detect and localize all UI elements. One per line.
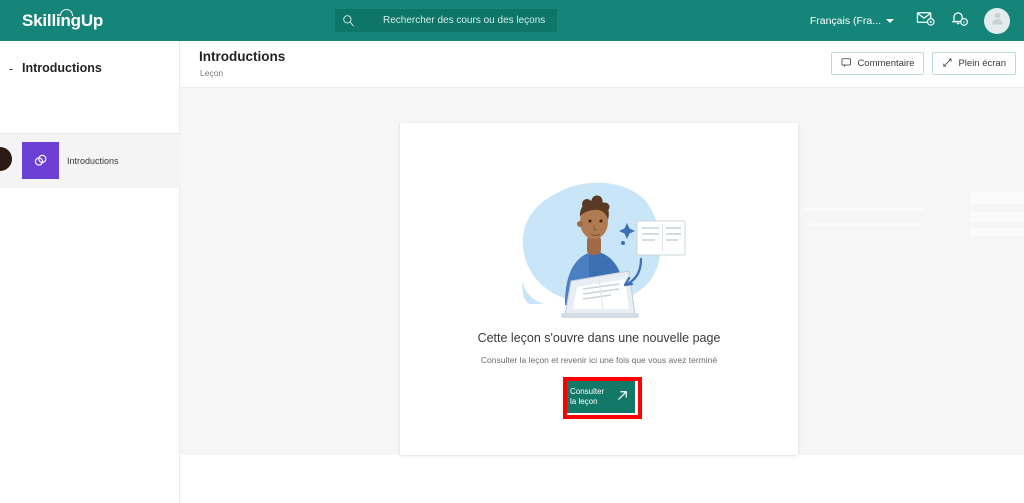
- lesson-message-title: Cette leçon s'ouvre dans une nouvelle pa…: [477, 331, 721, 345]
- course-sidebar: - Introductions Introductions: [0, 41, 180, 503]
- lesson-card: Cette leçon s'ouvre dans une nouvelle pa…: [400, 123, 798, 455]
- sidebar-collapse-toggle[interactable]: -: [0, 62, 22, 75]
- background-artifact: [970, 192, 1024, 204]
- sidebar-progress-dot-icon: [0, 147, 12, 171]
- global-search[interactable]: [335, 9, 557, 32]
- avatar[interactable]: [984, 7, 1010, 34]
- open-lesson-button[interactable]: Consulter la leçon: [564, 381, 635, 413]
- language-selector[interactable]: Français (Fra...: [810, 15, 894, 27]
- lesson-content-area: Cette leçon s'ouvre dans une nouvelle pa…: [180, 88, 1024, 455]
- page-header: Introductions Leçon Commentaire Plein éc…: [180, 41, 1024, 88]
- page-subtitle: Leçon: [200, 68, 224, 78]
- comment-button-label: Commentaire: [857, 58, 915, 69]
- app-logo[interactable]: SkillingUp: [22, 8, 103, 31]
- fullscreen-button[interactable]: Plein écran: [932, 52, 1016, 75]
- sidebar-header: - Introductions: [0, 53, 180, 83]
- page-title: Introductions: [199, 49, 286, 64]
- link-icon: [22, 142, 59, 179]
- top-bar-right-cluster: Français (Fra... 0: [810, 0, 1010, 41]
- lesson-message-subtitle: Consulter la leçon et revenir ici une fo…: [480, 355, 718, 365]
- top-navigation-bar: SkillingUp Français (Fra...: [0, 0, 1024, 41]
- background-artifact: [970, 212, 1024, 222]
- sidebar-item-label: Introductions: [67, 156, 119, 166]
- bell-icon: 0: [950, 9, 969, 33]
- comment-icon: [841, 57, 852, 71]
- sidebar-item-introductions[interactable]: Introductions: [0, 134, 180, 188]
- background-artifact: [805, 208, 925, 211]
- sidebar-title: Introductions: [22, 61, 102, 75]
- notifications-button[interactable]: 0: [944, 6, 974, 36]
- person-at-laptop-illustration: [499, 177, 699, 322]
- open-lesson-button-label: Consulter la leçon: [570, 387, 605, 406]
- search-icon: [335, 14, 361, 27]
- fullscreen-icon: [942, 57, 953, 71]
- search-input[interactable]: [361, 15, 557, 26]
- background-artifact: [970, 228, 1024, 236]
- envelope-icon: [916, 9, 935, 33]
- chevron-down-icon: [886, 19, 894, 23]
- messages-button[interactable]: [910, 6, 940, 36]
- user-avatar-icon: [989, 10, 1006, 32]
- fullscreen-button-label: Plein écran: [958, 58, 1006, 69]
- comment-button[interactable]: Commentaire: [831, 52, 925, 75]
- page-header-actions: Commentaire Plein écran: [831, 52, 1016, 75]
- background-artifact: [810, 223, 920, 226]
- external-link-arrow-icon: [616, 389, 629, 405]
- language-selector-label: Français (Fra...: [809, 14, 881, 27]
